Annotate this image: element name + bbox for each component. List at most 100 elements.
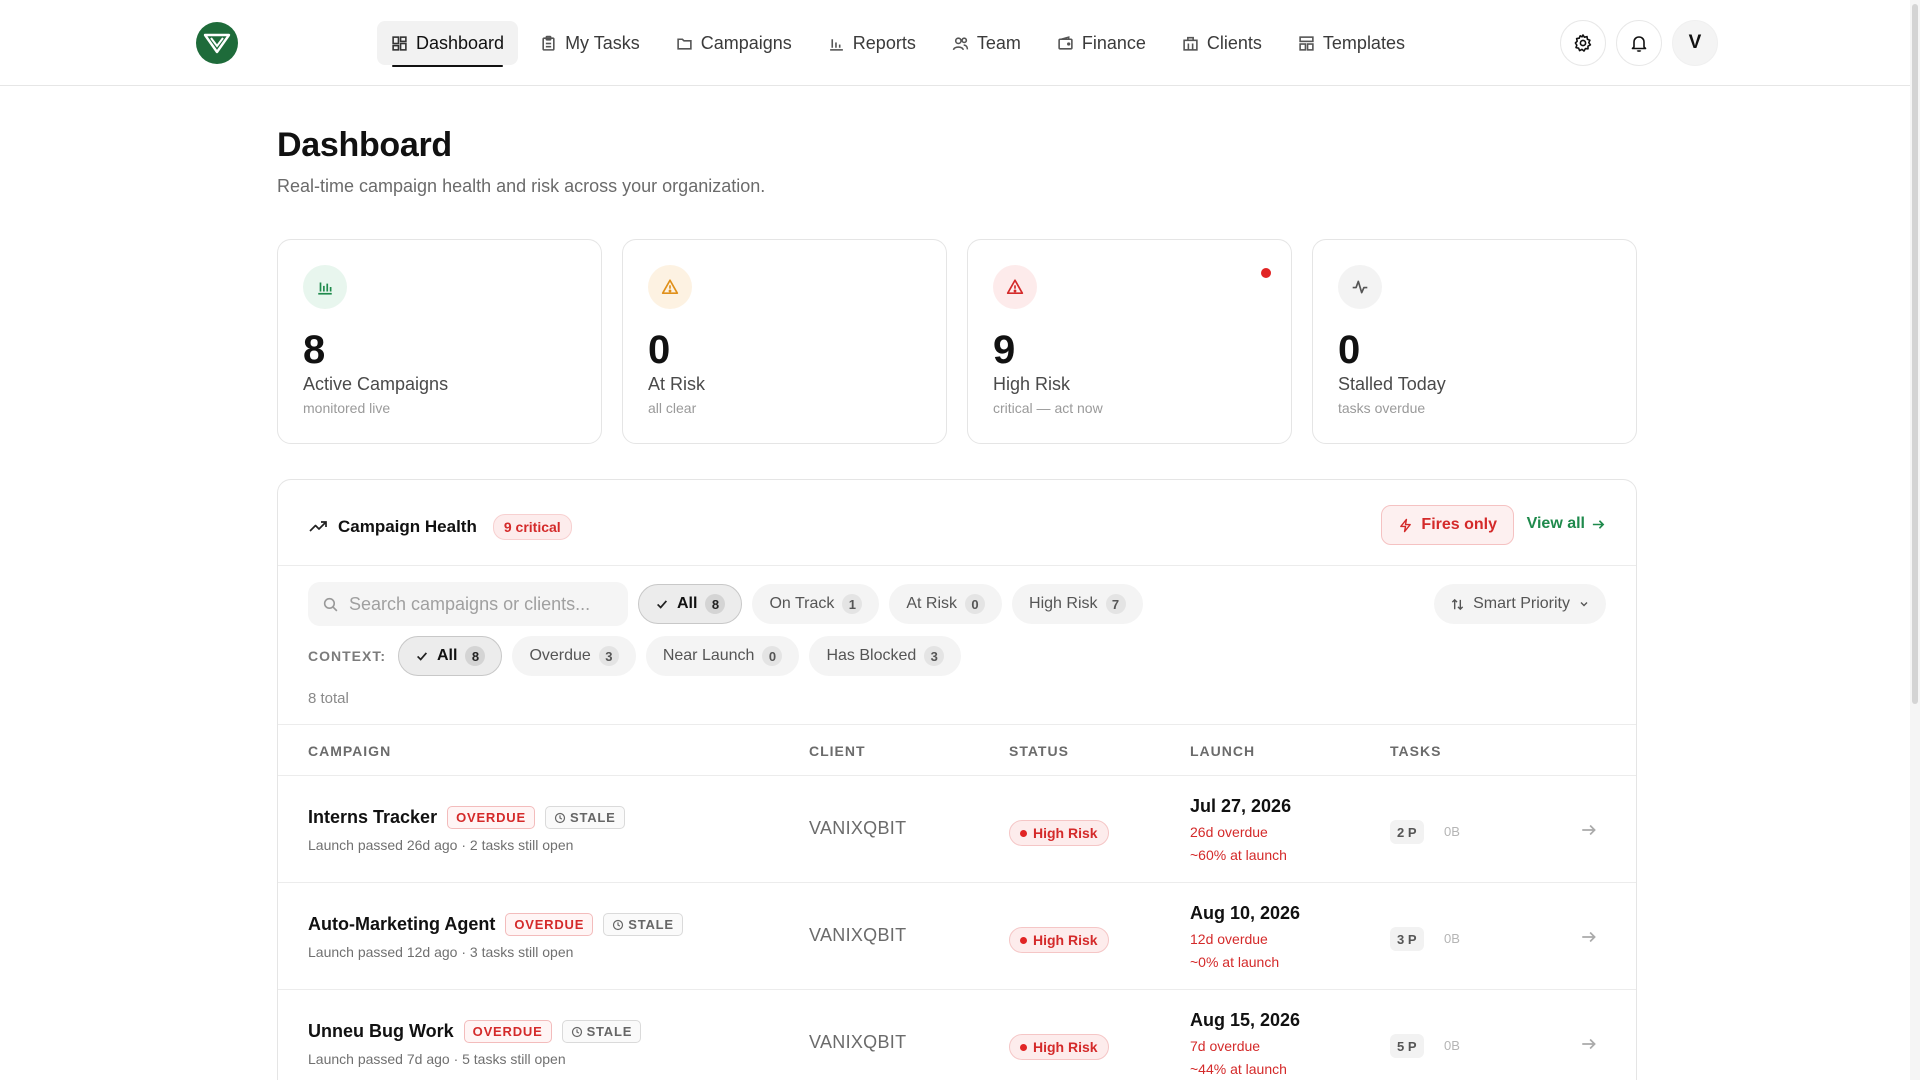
stat-value: 0	[1338, 328, 1361, 372]
nav-my-tasks-label: My Tasks	[565, 32, 640, 53]
launch-progress: ~60% at launch	[1190, 847, 1287, 863]
user-avatar[interactable]: V	[1672, 20, 1718, 66]
campaign-title: Unneu Bug Work	[308, 1021, 454, 1041]
clock-icon	[571, 1026, 582, 1037]
clipboard-icon	[542, 35, 555, 51]
gear-icon	[1574, 34, 1592, 52]
status-label: High Risk	[1033, 1039, 1098, 1055]
status-label: High Risk	[1033, 932, 1098, 948]
status-badge: High Risk	[1009, 820, 1109, 846]
stat-value: 8	[303, 328, 326, 372]
nav-my-tasks[interactable]: My Tasks	[526, 21, 654, 65]
stale-tag: STALE	[544, 806, 625, 829]
filter-chip-on-track[interactable]: On Track 1	[752, 584, 880, 624]
status-badge: High Risk	[1009, 927, 1109, 953]
stat-sub: all clear	[648, 400, 697, 416]
col-launch[interactable]: LAUNCH	[1190, 743, 1255, 759]
context-filters: CONTEXT: All 8 Overdue 3 Near Launch 0 H…	[308, 636, 962, 676]
notifications-button[interactable]	[1616, 20, 1662, 66]
filter-chip-at-risk[interactable]: At Risk 0	[889, 584, 1003, 624]
total-count: 8 total	[308, 690, 349, 707]
tasks-blocked: 0B	[1444, 824, 1460, 839]
nav-templates[interactable]: Templates	[1284, 21, 1419, 65]
folder-icon	[677, 37, 692, 50]
launch-date: Aug 10, 2026	[1190, 903, 1301, 923]
table-row[interactable]: Unneu Bug Work OVERDUE STALE Launch pass…	[278, 990, 1636, 1080]
launch-date: Jul 27, 2026	[1190, 796, 1292, 816]
launch-overdue: 12d overdue	[1190, 931, 1268, 947]
tasks-pending: 5 P	[1390, 1034, 1424, 1058]
page-scrollbar[interactable]	[1910, 0, 1920, 1080]
chip-count: 8	[465, 646, 486, 666]
dashboard-icon	[392, 35, 407, 51]
stat-card-active-campaigns[interactable]: 8 Active Campaigns monitored live	[277, 239, 602, 444]
campaign-subtext: Launch passed 12d ago · 3 tasks still op…	[308, 944, 574, 960]
settings-button[interactable]	[1560, 20, 1606, 66]
chip-label: Has Blocked	[826, 647, 917, 664]
stat-sub: critical — act now	[993, 400, 1103, 416]
launch-overdue: 7d overdue	[1190, 1038, 1261, 1054]
col-campaign[interactable]: CAMPAIGN	[308, 743, 391, 759]
stat-card-high-risk[interactable]: 9 High Risk critical — act now	[967, 239, 1292, 444]
chevron-down-icon	[1580, 602, 1588, 607]
campaign-name: Interns Tracker OVERDUE STALE	[308, 806, 625, 829]
stat-card-at-risk[interactable]: 0 At Risk all clear	[622, 239, 947, 444]
campaign-name: Auto-Marketing Agent OVERDUE STALE	[308, 913, 683, 936]
client-name: VANIXQBIT	[809, 1032, 907, 1052]
table-header: CAMPAIGN CLIENT STATUS LAUNCH TASKS	[278, 724, 1636, 776]
stat-cards: 8 Active Campaigns monitored live 0 At R…	[277, 239, 1637, 444]
stale-tag: STALE	[561, 1020, 642, 1043]
arrow-right-icon[interactable]	[1580, 928, 1598, 946]
stat-sub: monitored live	[303, 400, 391, 416]
context-chip-has-blocked[interactable]: Has Blocked 3	[809, 636, 962, 676]
nav-dashboard[interactable]: Dashboard	[377, 21, 519, 67]
context-chip-all[interactable]: All 8	[398, 636, 503, 676]
nav-reports[interactable]: Reports	[814, 21, 930, 65]
launch-overdue: 26d overdue	[1190, 824, 1268, 840]
context-chip-near-launch[interactable]: Near Launch 0	[645, 636, 800, 676]
chip-label: All	[437, 647, 458, 664]
brand-logo[interactable]	[196, 22, 238, 64]
tasks-blocked: 0B	[1444, 1038, 1460, 1053]
arrow-right-icon[interactable]	[1580, 821, 1598, 839]
table-row[interactable]: Interns Tracker OVERDUE STALE Launch pas…	[278, 776, 1636, 883]
bell-icon	[1631, 36, 1647, 52]
arrow-right-icon	[1592, 519, 1605, 529]
view-all-link[interactable]: View all	[1527, 515, 1606, 533]
stat-icon-wrap	[1338, 265, 1382, 309]
stat-value: 9	[993, 328, 1016, 372]
filter-chip-high-risk[interactable]: High Risk 7	[1012, 584, 1143, 624]
nav-team[interactable]: Team	[938, 21, 1035, 65]
nav-clients[interactable]: Clients	[1168, 21, 1276, 65]
bar-chart-icon	[829, 38, 843, 51]
scrollbar-thumb[interactable]	[1912, 4, 1918, 704]
nav-finance[interactable]: Finance	[1043, 21, 1160, 65]
table-row[interactable]: Auto-Marketing Agent OVERDUE STALE Launc…	[278, 883, 1636, 990]
launch-progress: ~44% at launch	[1190, 1061, 1287, 1077]
status-dot	[1020, 936, 1027, 944]
search-input[interactable]	[349, 593, 609, 615]
arrow-right-icon[interactable]	[1580, 1035, 1598, 1053]
wallet-icon	[1058, 35, 1073, 50]
fires-only-button[interactable]: Fires only	[1381, 505, 1514, 545]
nav-campaigns[interactable]: Campaigns	[662, 21, 806, 65]
sort-dropdown[interactable]: Smart Priority	[1434, 584, 1606, 624]
context-chip-overdue[interactable]: Overdue 3	[512, 636, 636, 676]
filter-chip-all[interactable]: All 8	[638, 584, 743, 624]
stat-card-stalled-today[interactable]: 0 Stalled Today tasks overdue	[1312, 239, 1637, 444]
col-tasks[interactable]: TASKS	[1390, 743, 1441, 759]
page-title: Dashboard	[277, 126, 452, 164]
nav-campaigns-label: Campaigns	[700, 32, 792, 53]
chip-count: 3	[924, 646, 945, 666]
stat-label: High Risk	[993, 374, 1071, 394]
search-icon	[323, 597, 338, 611]
col-status[interactable]: STATUS	[1009, 743, 1069, 759]
lightning-icon	[1400, 518, 1412, 532]
top-navbar: Dashboard My Tasks Campaigns Reports Tea…	[0, 0, 1920, 86]
chip-label: Near Launch	[662, 647, 755, 664]
campaign-title: Interns Tracker	[308, 807, 438, 827]
nav-reports-label: Reports	[852, 32, 916, 53]
col-client[interactable]: CLIENT	[809, 743, 866, 759]
nav-dashboard-label: Dashboard	[416, 32, 505, 53]
tasks-pending: 3 P	[1390, 927, 1424, 951]
